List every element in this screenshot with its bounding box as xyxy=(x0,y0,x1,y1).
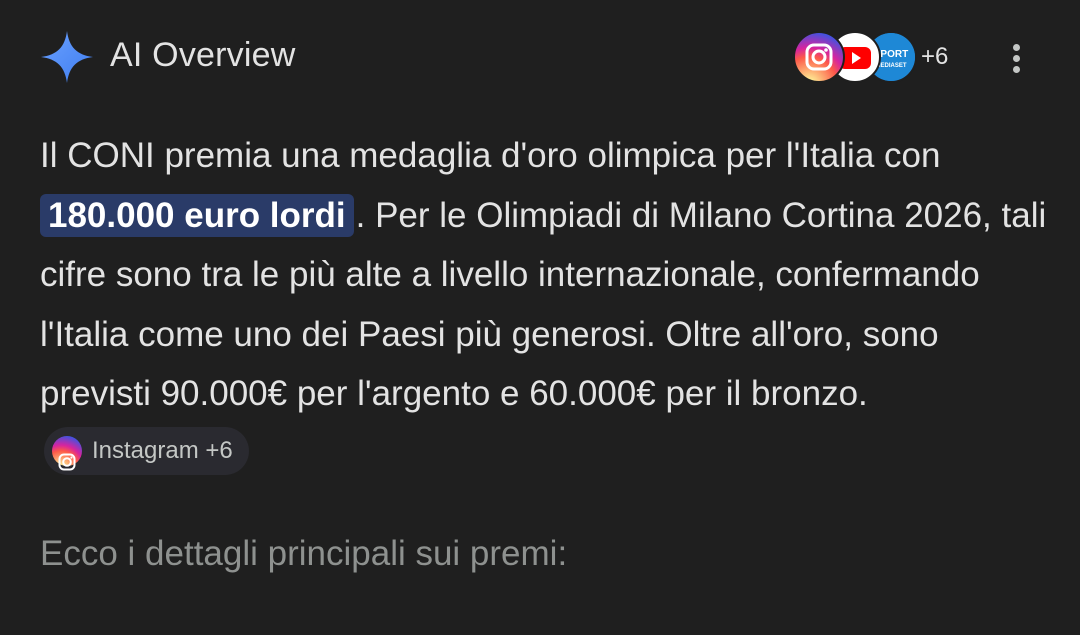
svg-text:MEDIASET: MEDIASET xyxy=(875,63,906,69)
paragraph-text-start: Il CONI premia una medaglia d'oro olimpi… xyxy=(40,136,941,175)
citation-chip[interactable]: Instagram +6 xyxy=(44,427,249,476)
highlighted-amount: 180.000 euro lordi xyxy=(40,193,354,237)
overview-paragraph: Il CONI premia una medaglia d'oro olimpi… xyxy=(40,126,1050,483)
more-sources-count: +6 xyxy=(921,43,949,70)
more-vertical-icon[interactable] xyxy=(1003,40,1031,76)
citation-chip-label: Instagram +6 xyxy=(92,437,233,465)
gemini-sparkle-icon xyxy=(41,31,93,83)
ai-overview-header: AI Overview SPORT MEDIASET +6 xyxy=(0,0,1080,115)
instagram-icon xyxy=(52,436,82,471)
instagram-icon xyxy=(793,31,845,83)
source-avatars[interactable]: SPORT MEDIASET +6 xyxy=(793,31,963,83)
details-intro: Ecco i dettagli principali sui premi: xyxy=(40,534,568,573)
page-title: AI Overview xyxy=(110,36,296,74)
